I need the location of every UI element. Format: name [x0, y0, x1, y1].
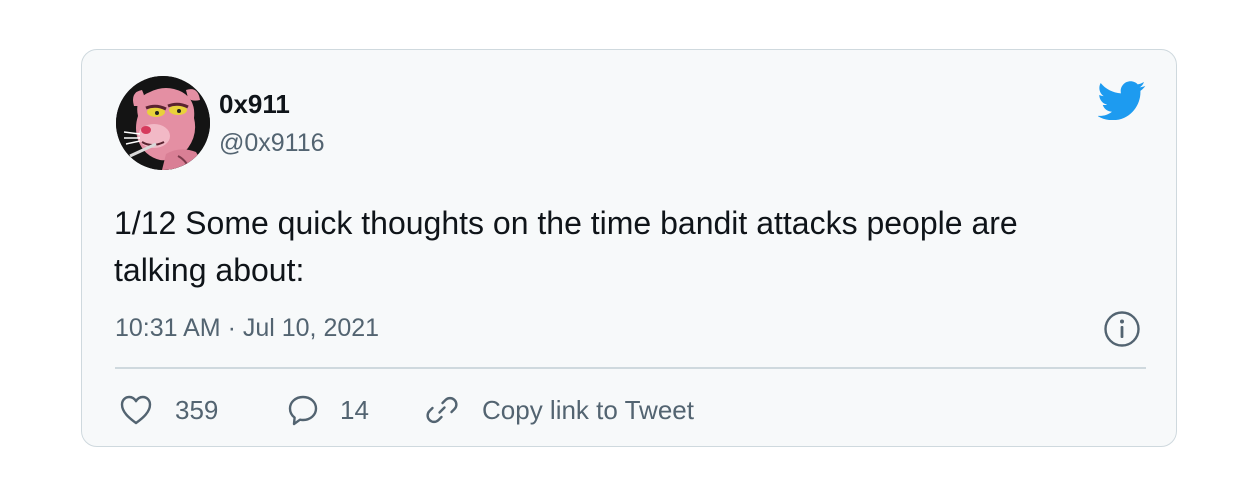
pink-panther-avatar-icon — [116, 76, 210, 170]
copy-link-button[interactable]: Copy link to Tweet — [424, 390, 694, 430]
tweet-card[interactable]: 0x911 @0x9116 1/12 Some quick thoughts o… — [81, 49, 1177, 447]
like-button[interactable]: 359 — [119, 390, 218, 430]
tweet-timestamp[interactable]: 10:31 AM · Jul 10, 2021 — [115, 314, 379, 343]
tweet-text: 1/12 Some quick thoughts on the time ban… — [114, 205, 1018, 288]
reply-count: 14 — [340, 394, 369, 425]
author-handle[interactable]: @0x9116 — [219, 129, 325, 158]
divider — [115, 367, 1146, 369]
twitter-bird-icon[interactable] — [1097, 80, 1146, 121]
author-avatar[interactable] — [116, 76, 210, 170]
reply-button[interactable]: 14 — [286, 390, 369, 430]
link-icon — [426, 396, 458, 424]
author-display-name[interactable]: 0x911 — [219, 89, 290, 120]
copy-link-label: Copy link to Tweet — [482, 394, 694, 425]
reply-bubble-icon — [288, 395, 318, 426]
like-count: 359 — [175, 394, 219, 425]
info-icon[interactable] — [1103, 310, 1141, 348]
heart-icon — [120, 395, 152, 425]
